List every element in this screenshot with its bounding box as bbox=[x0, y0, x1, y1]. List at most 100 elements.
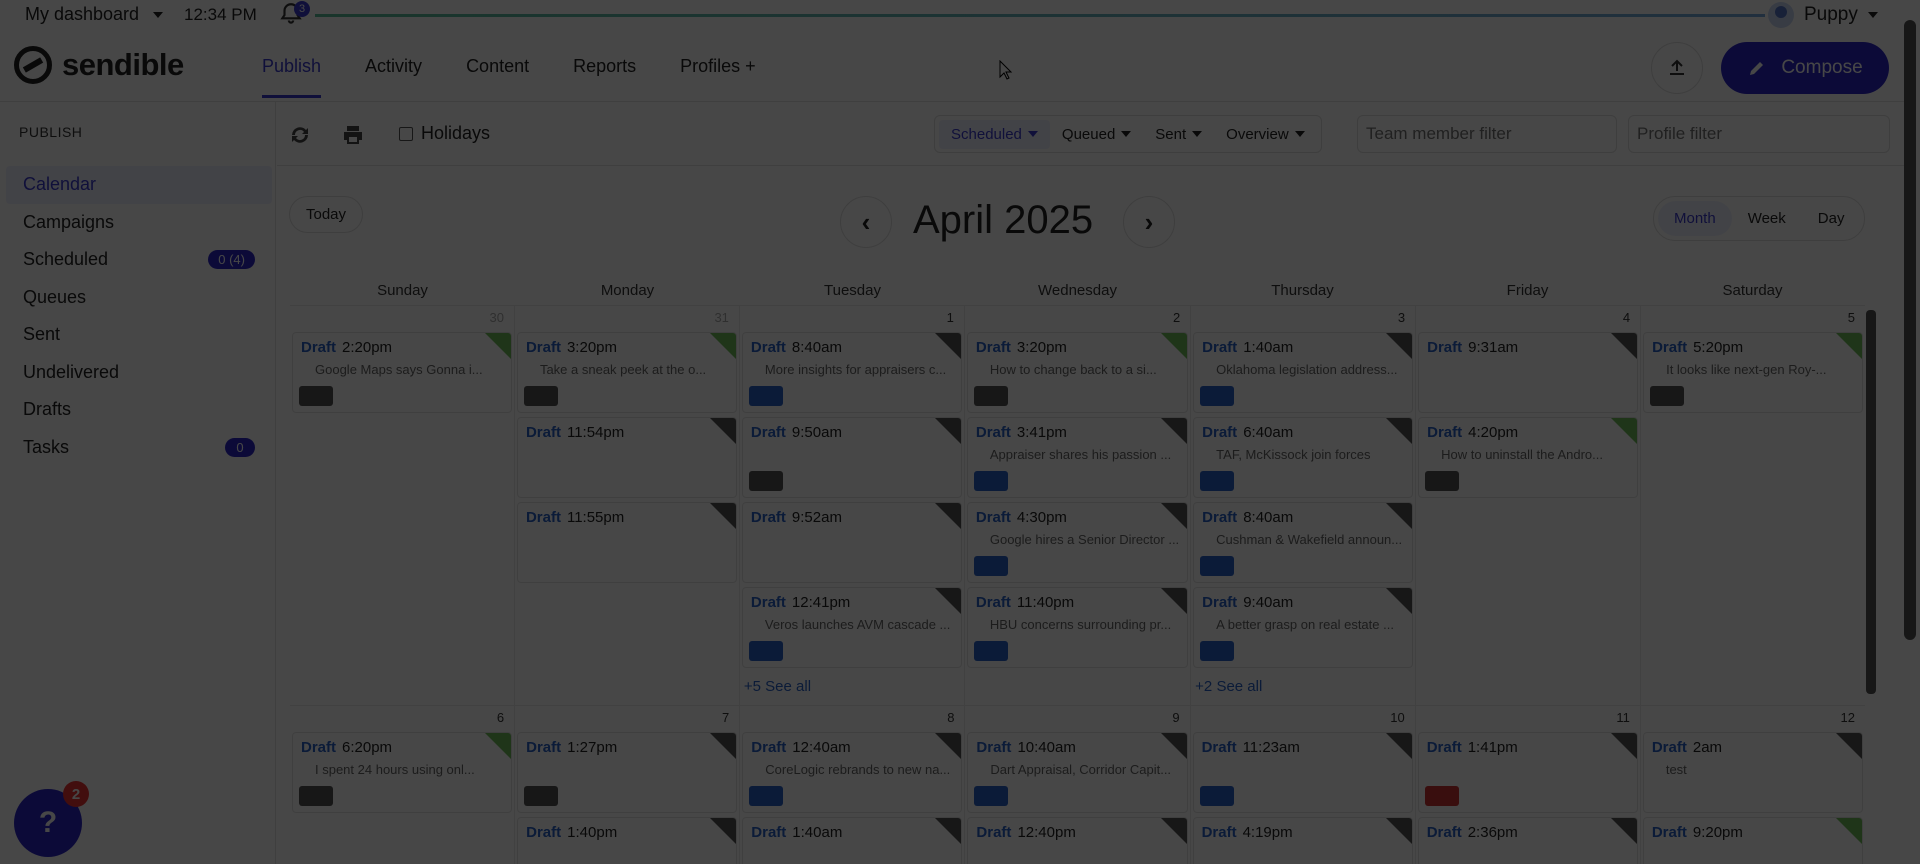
calendar-day-cell[interactable]: 7 Draft 1:27pm Draft 1:40pm bbox=[515, 706, 741, 864]
calendar-day-cell[interactable]: 4 Draft 9:31am Draft 4:20pm How to uninstall … bbox=[1416, 306, 1642, 705]
draft-post-card[interactable]: Draft 9:20pm bbox=[1642, 817, 1863, 864]
view-month[interactable]: Month bbox=[1658, 201, 1732, 236]
draft-post-card[interactable]: Draft 1:41pm bbox=[1417, 732, 1638, 813]
draft-post-card[interactable]: Draft 2:36pm bbox=[1417, 817, 1638, 864]
calendar-scrollbar[interactable] bbox=[1866, 310, 1876, 694]
sidebar-item-sent[interactable]: Sent bbox=[6, 316, 272, 354]
refresh-button[interactable] bbox=[287, 122, 313, 148]
user-menu[interactable]: Puppy bbox=[1768, 2, 1878, 28]
post-time: 4:20pm bbox=[1468, 424, 1519, 441]
draft-post-card[interactable]: Draft 1:27pm bbox=[517, 732, 738, 813]
previous-month-button[interactable]: ‹ bbox=[840, 196, 892, 248]
draft-post-card[interactable]: Draft 2am test bbox=[1642, 732, 1863, 813]
team-member-filter-input[interactable] bbox=[1357, 115, 1617, 153]
status-corner-icon bbox=[1161, 588, 1188, 614]
status-corner-icon bbox=[1160, 733, 1187, 759]
compose-button[interactable]: Compose bbox=[1721, 42, 1889, 94]
draft-post-card[interactable]: Draft 11:54pm bbox=[516, 417, 737, 498]
draft-post-card[interactable]: Draft 6:40am TAF, McKissock join forces bbox=[1193, 417, 1414, 498]
post-time: 5:20pm bbox=[1693, 339, 1744, 356]
view-week[interactable]: Week bbox=[1732, 201, 1802, 236]
calendar-day-cell[interactable]: 3 Draft 1:40am Oklahoma legislation address… bbox=[1191, 306, 1417, 705]
holidays-toggle[interactable]: Holidays bbox=[399, 123, 490, 144]
sidebar-heading: PUBLISH bbox=[19, 124, 83, 140]
draft-post-card[interactable]: Draft 8:40am More insights for appraisers … bbox=[741, 332, 962, 413]
draft-post-card[interactable]: Draft 6:20pm I spent 24 hours using onl... bbox=[292, 732, 513, 813]
filter-sent[interactable]: Sent bbox=[1143, 120, 1214, 149]
nav-content[interactable]: Content bbox=[466, 30, 529, 102]
draft-post-card[interactable]: Draft 11:55pm bbox=[516, 502, 737, 583]
draft-label: Draft bbox=[750, 509, 786, 526]
filter-queued[interactable]: Queued bbox=[1050, 120, 1143, 149]
sidebar-item-campaigns[interactable]: Campaigns bbox=[6, 204, 272, 242]
tasks-count-badge: 0 bbox=[225, 437, 255, 457]
draft-post-card[interactable]: Draft 8:40am Cushman & Wakefield announ... bbox=[1193, 502, 1414, 583]
holidays-checkbox[interactable] bbox=[399, 126, 413, 141]
draft-post-card[interactable]: Draft 1:40pm bbox=[517, 817, 738, 864]
filter-overview[interactable]: Overview bbox=[1214, 120, 1317, 149]
filter-scheduled[interactable]: Scheduled bbox=[939, 119, 1050, 149]
draft-post-card[interactable]: Draft 4:19pm bbox=[1192, 817, 1413, 864]
status-corner-icon bbox=[710, 733, 737, 759]
sidebar-item-drafts[interactable]: Drafts bbox=[6, 391, 272, 429]
draft-post-card[interactable]: Draft 12:40pm bbox=[967, 817, 1188, 864]
calendar-day-cell[interactable]: 11 Draft 1:41pm Draft 2:36pm bbox=[1416, 706, 1641, 864]
draft-post-card[interactable]: Draft 1:40am Oklahoma legislation address.… bbox=[1193, 332, 1414, 413]
profile-filter-input[interactable] bbox=[1628, 115, 1890, 153]
sidebar-item-tasks[interactable]: Tasks 0 bbox=[6, 429, 272, 467]
calendar-day-cell[interactable]: 6 Draft 6:20pm I spent 24 hours using onl..… bbox=[290, 706, 516, 864]
sidebar-item-calendar[interactable]: Calendar bbox=[6, 166, 272, 204]
sendible-logo[interactable]: sendible bbox=[14, 46, 184, 84]
draft-post-card[interactable]: Draft 12:40am CoreLogic rebrands to new na… bbox=[742, 732, 963, 813]
nav-activity[interactable]: Activity bbox=[365, 30, 422, 102]
draft-post-card[interactable]: Draft 4:30pm Google hires a Senior Directo… bbox=[966, 502, 1189, 583]
draft-post-card[interactable]: Draft 9:40am A better grasp on real estate… bbox=[1193, 587, 1414, 668]
draft-post-card[interactable]: Draft 3:20pm How to change back to a si... bbox=[966, 332, 1189, 413]
dashboard-selector[interactable]: My dashboard bbox=[25, 4, 164, 25]
sidebar-item-queues[interactable]: Queues bbox=[6, 279, 272, 317]
calendar-day-cell[interactable]: 30 Draft 2:20pm Google Maps says Gonna i... bbox=[290, 306, 515, 705]
calendar-day-cell[interactable]: 8 Draft 12:40am CoreLogic rebrands to new n… bbox=[740, 706, 966, 864]
draft-post-card[interactable]: Draft 2:20pm Google Maps says Gonna i... bbox=[292, 332, 512, 413]
nav-publish[interactable]: Publish bbox=[262, 30, 322, 102]
nav-profiles[interactable]: Profiles + bbox=[680, 30, 756, 102]
calendar-day-cell[interactable]: 9 Draft 10:40am Dart Appraisal, Corridor Ca… bbox=[965, 706, 1191, 864]
draft-post-card[interactable]: Draft 4:20pm How to uninstall the Andro... bbox=[1418, 417, 1639, 498]
draft-post-card[interactable]: Draft 3:20pm Take a sneak peek at the o... bbox=[516, 332, 737, 413]
view-day[interactable]: Day bbox=[1802, 201, 1861, 236]
draft-post-card[interactable]: Draft 1:40am bbox=[742, 817, 963, 864]
draft-post-card[interactable]: Draft 9:50am bbox=[741, 417, 962, 498]
draft-post-card[interactable]: Draft 3:41pm Appraiser shares his passion … bbox=[966, 417, 1189, 498]
calendar-day-cell[interactable]: 1 Draft 8:40am More insights for appraisers… bbox=[740, 306, 965, 705]
print-button[interactable] bbox=[340, 122, 366, 148]
help-button[interactable]: ? 2 bbox=[14, 781, 89, 857]
draft-post-card[interactable]: Draft 9:31am bbox=[1418, 332, 1639, 413]
see-all-link[interactable]: +5 See all bbox=[742, 672, 962, 701]
calendar-day-cell[interactable]: 31 Draft 3:20pm Take a sneak peek at the o.… bbox=[515, 306, 740, 705]
calendar-day-cell[interactable]: 10 Draft 11:23am Draft 4:19pm bbox=[1191, 706, 1416, 864]
upload-button[interactable] bbox=[1651, 42, 1703, 94]
draft-post-card[interactable]: Draft 9:52am bbox=[741, 502, 962, 583]
status-corner-icon bbox=[1611, 333, 1638, 359]
draft-post-card[interactable]: Draft 11:23am bbox=[1192, 732, 1413, 813]
status-corner-icon bbox=[710, 818, 737, 844]
calendar-day-cell[interactable]: 12 Draft 2am test Draft 9:20pm bbox=[1641, 706, 1865, 864]
next-month-button[interactable]: › bbox=[1123, 196, 1175, 248]
calendar-day-cell[interactable]: 2 Draft 3:20pm How to change back to a si..… bbox=[965, 306, 1192, 705]
sidebar-item-scheduled[interactable]: Scheduled 0 (4) bbox=[6, 241, 272, 279]
draft-post-card[interactable]: Draft 5:20pm It looks like next-gen Roy-..… bbox=[1643, 332, 1864, 413]
today-button[interactable]: Today bbox=[289, 196, 364, 233]
page-scrollbar[interactable] bbox=[1904, 20, 1916, 640]
social-network-icon bbox=[1200, 641, 1235, 661]
notifications-button[interactable]: 3 bbox=[278, 1, 310, 29]
calendar-day-cell[interactable]: 5 Draft 5:20pm It looks like next-gen Roy-.… bbox=[1641, 306, 1865, 705]
draft-post-card[interactable]: Draft 10:40am Dart Appraisal, Corridor Cap… bbox=[967, 732, 1188, 813]
month-title: April 2025 bbox=[913, 198, 1094, 242]
draft-post-card[interactable]: Draft 12:41pm Veros launches AVM cascade .… bbox=[741, 587, 962, 668]
post-header: Draft 12:40am bbox=[751, 739, 953, 756]
see-all-link[interactable]: +2 See all bbox=[1193, 672, 1413, 701]
status-corner-icon bbox=[709, 418, 736, 444]
sidebar-item-undelivered[interactable]: Undelivered bbox=[6, 354, 272, 392]
draft-post-card[interactable]: Draft 11:40pm HBU concerns surrounding pr.… bbox=[966, 587, 1189, 668]
nav-reports[interactable]: Reports bbox=[573, 30, 636, 102]
